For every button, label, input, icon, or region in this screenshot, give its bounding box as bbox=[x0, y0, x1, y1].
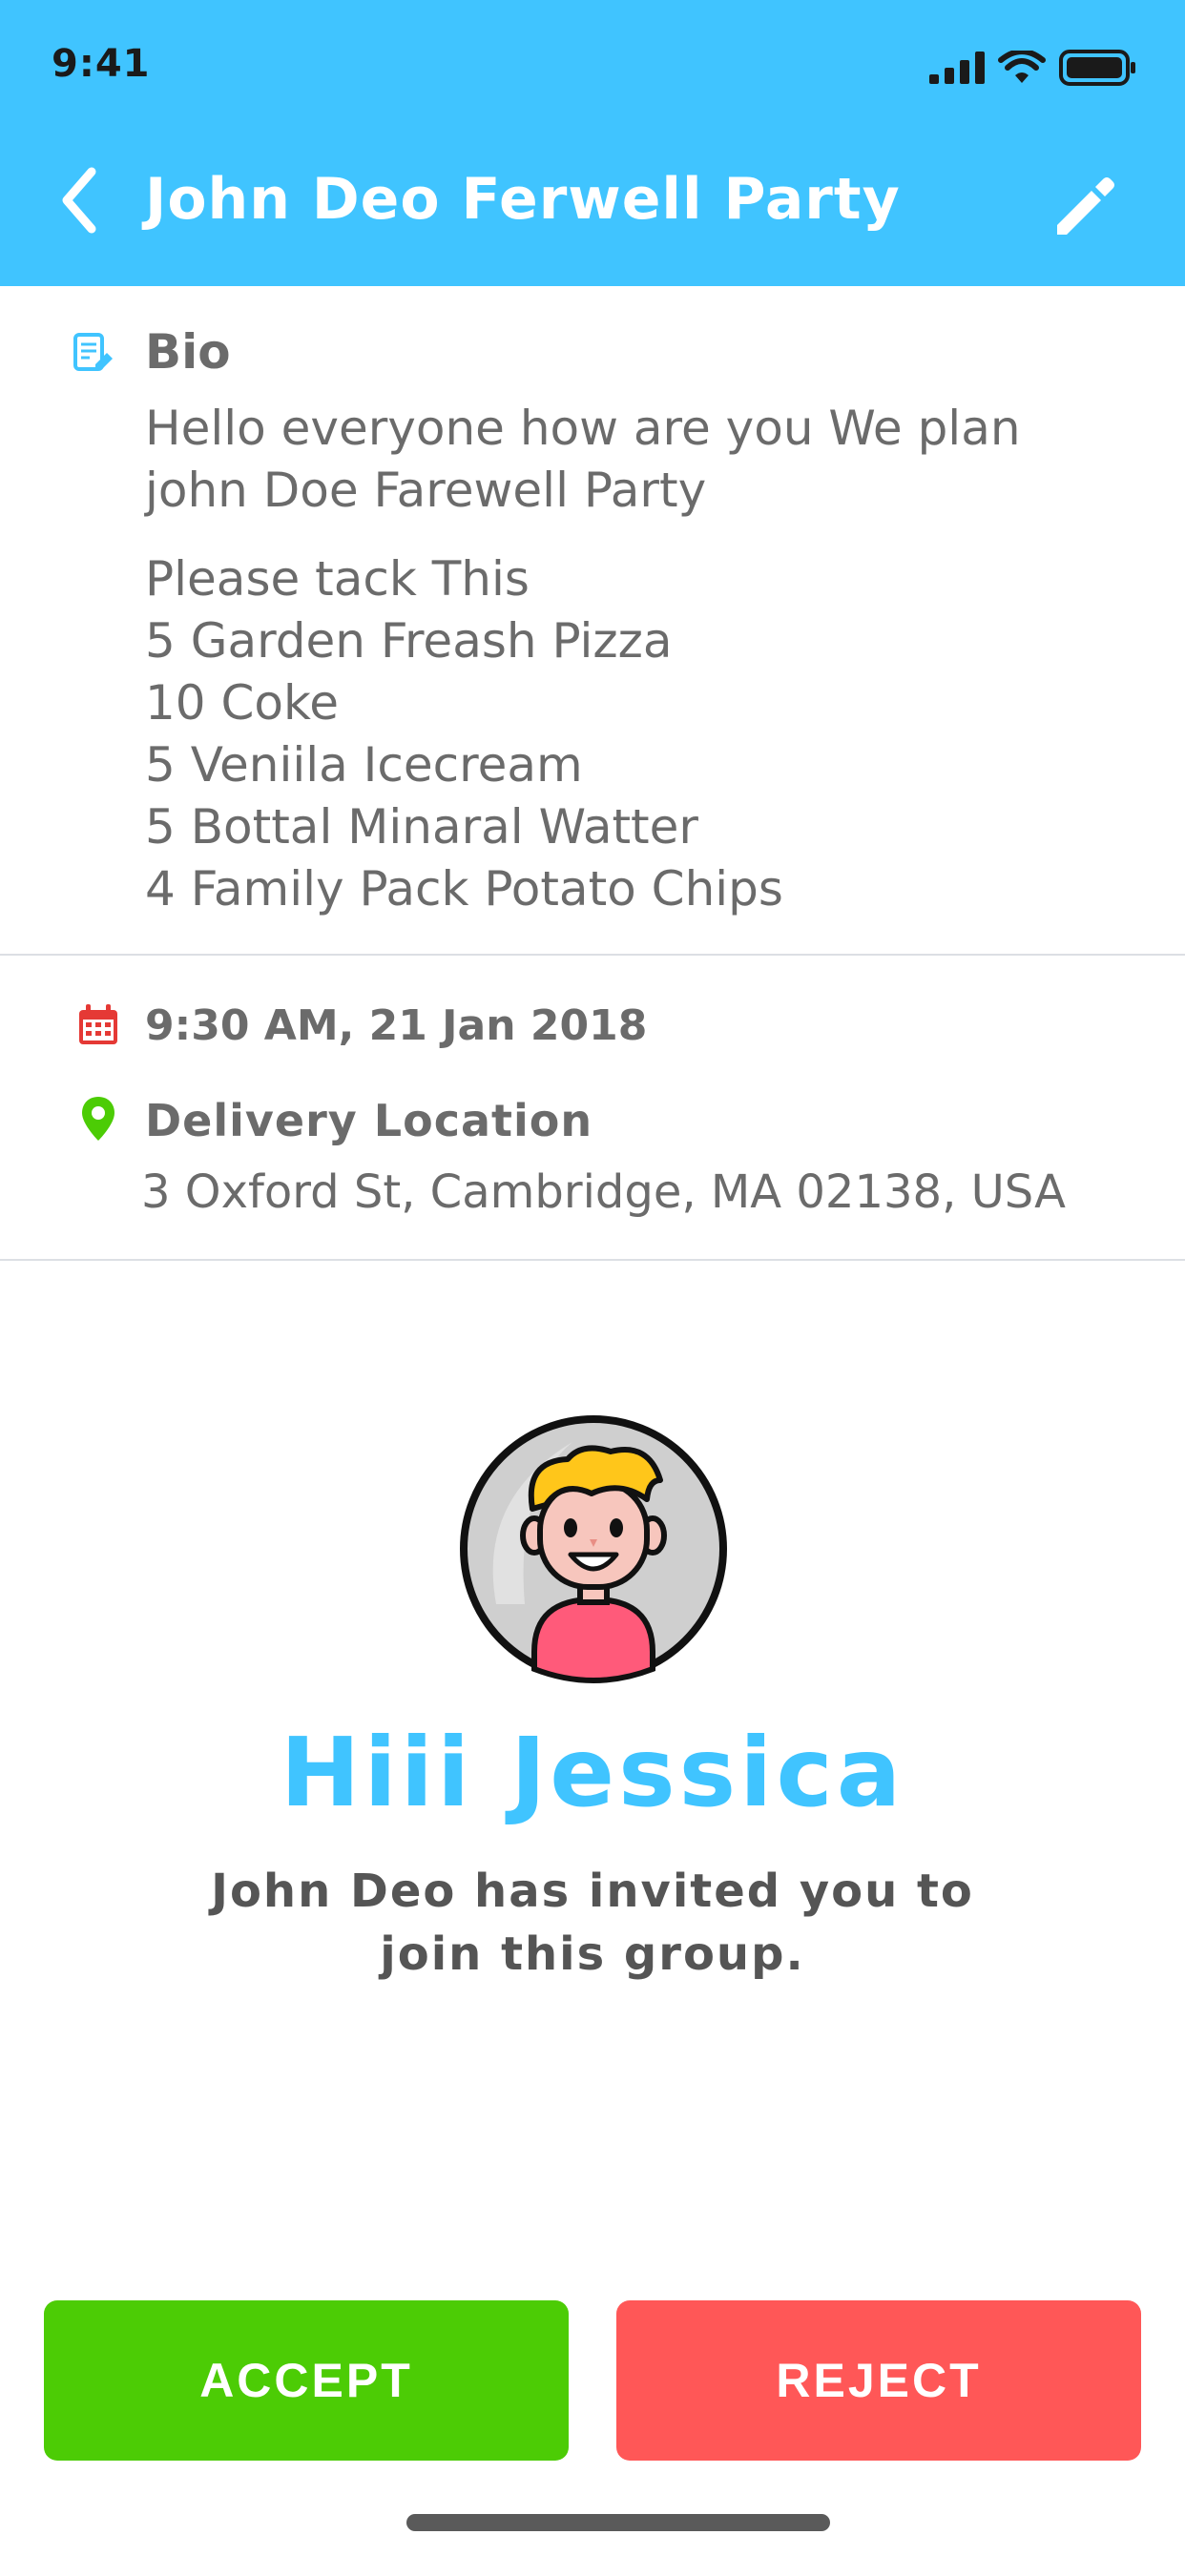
section-divider bbox=[0, 954, 1185, 956]
reject-button[interactable]: REJECT bbox=[616, 2300, 1141, 2461]
avatar bbox=[458, 1413, 729, 1684]
calendar-icon bbox=[76, 1003, 120, 1047]
bio-list-line: 4 Family Pack Potato Chips bbox=[145, 861, 783, 917]
map-pin-icon bbox=[80, 1095, 116, 1143]
wifi-icon bbox=[998, 51, 1046, 83]
battery-icon bbox=[1059, 50, 1135, 86]
event-datetime: 9:30 AM, 21 Jan 2018 bbox=[145, 1001, 648, 1050]
page-title: John Deo Ferwell Party bbox=[145, 166, 901, 233]
bio-list-line: 10 Coke bbox=[145, 675, 339, 731]
home-indicator bbox=[406, 2514, 830, 2531]
bio-list-line: 5 Veniila Icecream bbox=[145, 737, 583, 793]
greeting-title: Hiii Jessica bbox=[280, 1717, 905, 1828]
bio-intro-line: Hello everyone how are you We plan bbox=[145, 401, 1021, 456]
bio-label: Bio bbox=[145, 324, 231, 380]
invitation-message-line: John Deo has invited you to bbox=[211, 1865, 974, 1918]
accept-button[interactable]: ACCEPT bbox=[44, 2300, 569, 2461]
signal-icon bbox=[929, 52, 985, 84]
bio-list-line: 5 Garden Freash Pizza bbox=[145, 613, 673, 669]
app-header: 9:41 John Deo Ferwell Party bbox=[0, 0, 1185, 286]
back-button[interactable] bbox=[53, 162, 111, 238]
bio-intro-line: john Doe Farewell Party bbox=[145, 463, 707, 518]
delivery-location-label: Delivery Location bbox=[145, 1095, 593, 1146]
bio-list-line: 5 Bottal Minaral Watter bbox=[145, 799, 698, 855]
bio-list-line: Please tack This bbox=[145, 551, 530, 607]
invitation-message: John Deo has invited you to join this gr… bbox=[0, 1860, 1185, 1986]
chevron-left-icon bbox=[62, 167, 96, 234]
edit-button[interactable] bbox=[1050, 172, 1118, 240]
delivery-address: 3 Oxford St, Cambridge, MA 02138, USA bbox=[141, 1165, 1066, 1219]
pencil-icon bbox=[1057, 177, 1114, 235]
status-time: 9:41 bbox=[52, 42, 151, 86]
note-edit-icon bbox=[73, 332, 113, 376]
status-icons bbox=[929, 50, 1137, 86]
section-divider bbox=[0, 1259, 1185, 1261]
invitation-message-line: join this group. bbox=[380, 1927, 805, 1981]
